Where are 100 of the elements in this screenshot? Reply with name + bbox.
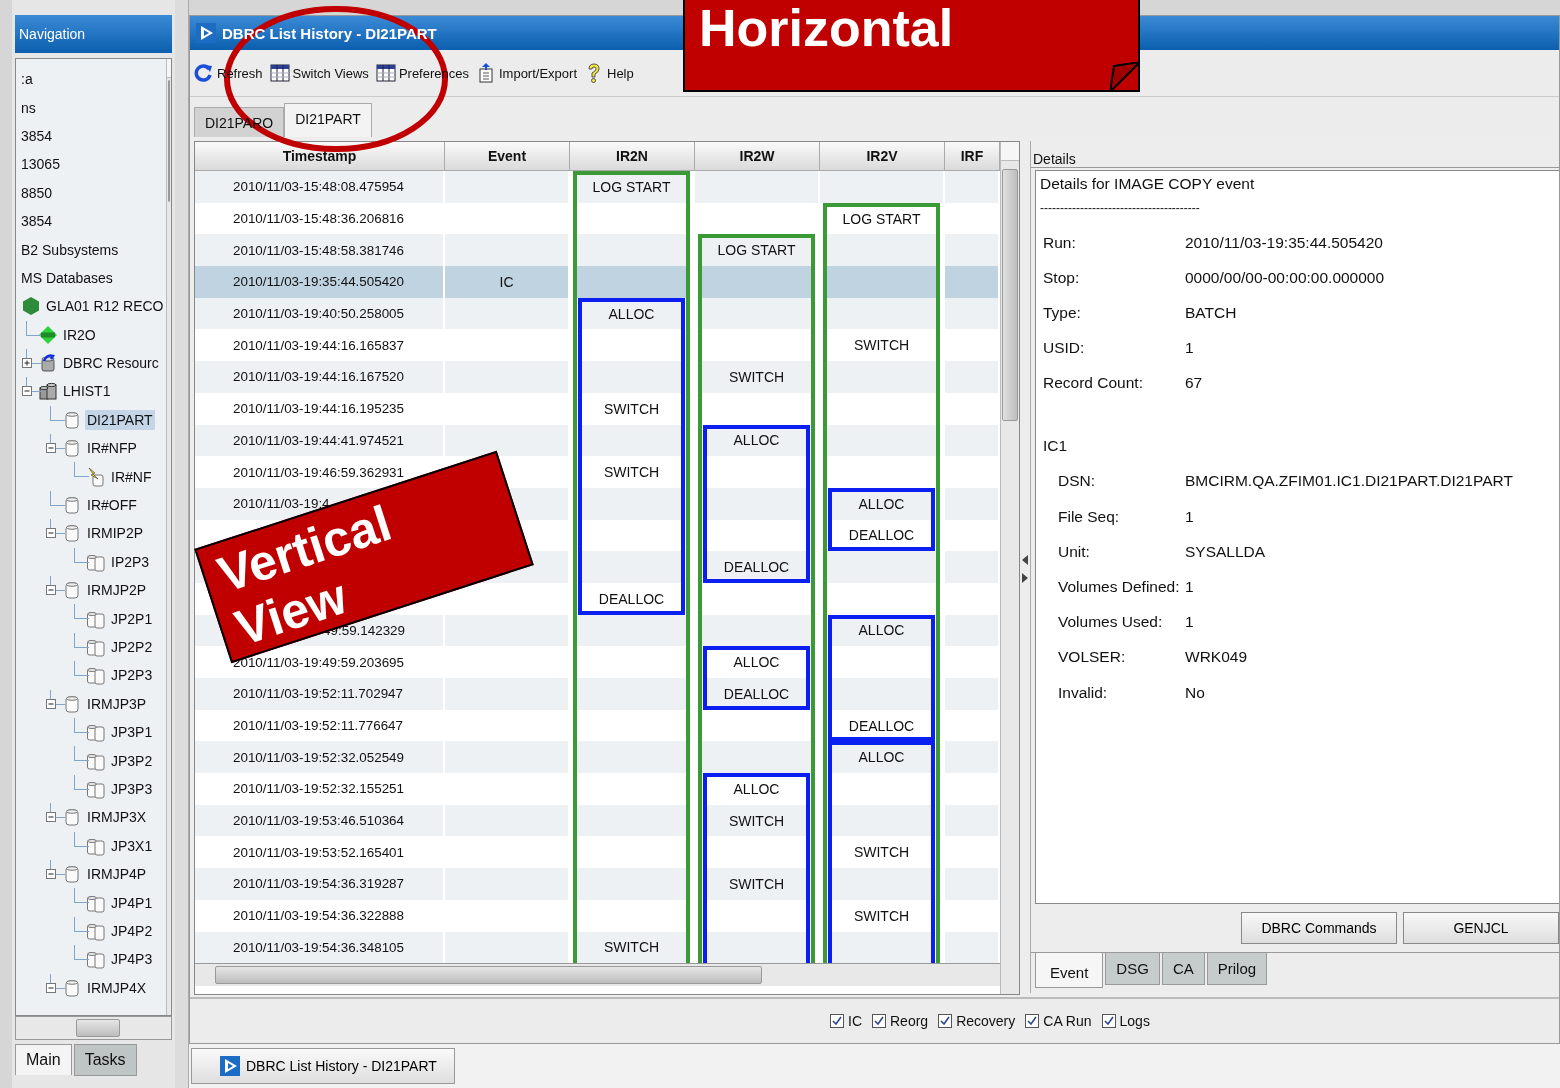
vertical-scrollbar[interactable] [165,59,171,1015]
field-value: 67 [1185,374,1203,393]
column-header[interactable]: Event [445,142,570,171]
databases-icon [38,381,58,402]
details-tab[interactable]: Prilog [1206,953,1268,986]
field-value: 1 [1185,507,1194,526]
horizontal-scrollbar[interactable] [15,1016,172,1040]
horizontal-scrollbar[interactable] [195,963,1000,987]
tree-item[interactable]: IRMJP3X [85,807,149,828]
tree-item[interactable]: 13065 [19,154,62,175]
toolbar-button[interactable]: Switch Views [267,60,371,86]
tree-item[interactable]: IP2P3 [109,551,152,572]
collapse-right-icon[interactable] [1022,573,1028,583]
checkbox[interactable] [830,1014,844,1028]
column-header[interactable]: IRF [945,142,1000,171]
details-tab[interactable]: CA [1161,953,1205,986]
checkbox-label: Recovery [956,1013,1016,1029]
tree-item[interactable]: JP3P2 [109,750,155,771]
table-cell: 2010/11/03-19:54:36.348105 [195,931,443,964]
tree-item[interactable]: JP3P3 [109,778,155,799]
group-heading: IC1 [1042,436,1069,457]
details-tab[interactable]: Event [1035,953,1104,989]
toolbar-button[interactable]: Help [582,60,636,86]
tree-item[interactable]: JP3X1 [109,835,155,856]
tree-item[interactable]: B2 Subsystems [19,239,121,260]
tree-item[interactable]: 8850 [19,182,55,203]
database-icon [62,807,82,828]
tree-item[interactable]: IRMJP4X [85,977,149,998]
field-value: 1 [1185,339,1194,358]
tree-item[interactable]: IRMJP3P [85,693,149,714]
field-value: 0000/00/00-00:00:00.000000 [1185,268,1385,287]
taskbar-button[interactable]: DBRC List History - DI21PART [191,1048,455,1084]
expand-toggle-icon[interactable] [46,812,56,823]
expand-toggle-icon[interactable] [22,386,32,397]
tree-item[interactable]: JP2P2 [109,637,155,657]
tree-item[interactable]: IR#NF [109,466,154,487]
tree-item[interactable]: JP4P2 [109,920,155,941]
checkbox[interactable] [1101,1014,1116,1028]
column-header[interactable]: IR2N [570,142,695,171]
panel-tab[interactable]: Tasks [73,1044,137,1076]
tree-item[interactable]: LHIST1 [61,381,113,402]
database-icon [62,495,82,516]
table-cell: 2010/11/03-19:44:41.974521 [195,424,443,457]
expand-toggle-icon[interactable] [46,443,56,454]
database-icon [62,977,82,998]
tree-item[interactable]: IRMIP2P [85,523,145,544]
tree-item[interactable]: ns [19,97,38,118]
expand-toggle-icon[interactable] [46,585,56,596]
expand-toggle-icon[interactable] [22,358,32,369]
checkbox[interactable] [872,1014,886,1028]
details-tab[interactable]: DSG [1105,953,1160,986]
tree-item[interactable]: DBRC Resourc [61,353,161,374]
tree-item[interactable]: JP3P1 [109,722,155,743]
panel-tab[interactable]: Main [15,1044,72,1075]
tree-item[interactable]: IR#NFP [85,438,139,459]
tree-item[interactable]: 3854 [19,211,55,232]
tree-item[interactable]: JP2P1 [109,608,155,629]
checkbox-label: Reorg [890,1013,929,1029]
expand-toggle-icon[interactable] [46,698,56,709]
tree-item[interactable]: 3854 [19,125,55,146]
toolbar-button[interactable]: Import/Export [473,60,579,86]
field-label: Run: [1043,233,1077,252]
expand-toggle-icon[interactable] [46,982,56,993]
view-tab[interactable]: DI21PART [284,103,372,137]
table-cell: 2010/11/03-19:53:46.510364 [195,804,443,837]
table-cell: 2010/11/03-19:52:11.702947 [195,678,443,710]
tree-item[interactable]: MS Databases [19,267,115,288]
tree-item[interactable]: IRMJP2P [85,580,149,601]
field-label: Stop: [1043,268,1081,287]
checkbox[interactable] [938,1014,953,1028]
expand-toggle-icon[interactable] [46,528,56,539]
field-label: File Seq: [1058,507,1121,526]
table-cell: 2010/11/03-19:52:32.052549 [195,741,443,774]
database-icon [38,353,58,374]
action-button[interactable]: GENJCL [1403,912,1559,945]
field-label: VOLSER: [1058,648,1127,667]
tree-item[interactable]: IRMJP4P [85,864,149,885]
expand-toggle-icon[interactable] [46,869,56,880]
column-header[interactable]: Timestamp [195,142,445,171]
databases-icon [86,665,106,686]
table-cell [945,266,998,298]
field-value: No [1185,683,1205,702]
panel-title: Navigation [15,15,172,53]
tree-item[interactable]: JP2P3 [109,665,155,686]
collapse-left-icon[interactable] [1022,555,1028,565]
vertical-scrollbar[interactable] [1000,142,1019,994]
tree-item[interactable]: GLA01 R12 RECO [44,296,166,317]
field-value: SYSALLDA [1185,542,1266,561]
tree-item[interactable]: JP4P3 [109,949,155,970]
tree-item[interactable]: DI21PART [85,409,155,430]
tree-item[interactable]: :a [19,69,35,90]
tree-item[interactable]: IR#OFF [85,495,139,516]
tree-item[interactable]: JP4P1 [109,892,155,913]
database-icon [62,580,82,601]
column-header[interactable]: IR2W [695,142,820,171]
checkbox[interactable] [1025,1014,1040,1028]
column-header[interactable]: IR2V [820,142,945,171]
table-cell [945,297,998,330]
tree-item[interactable]: IR2O [61,324,98,345]
action-button[interactable]: DBRC Commands [1241,912,1397,945]
